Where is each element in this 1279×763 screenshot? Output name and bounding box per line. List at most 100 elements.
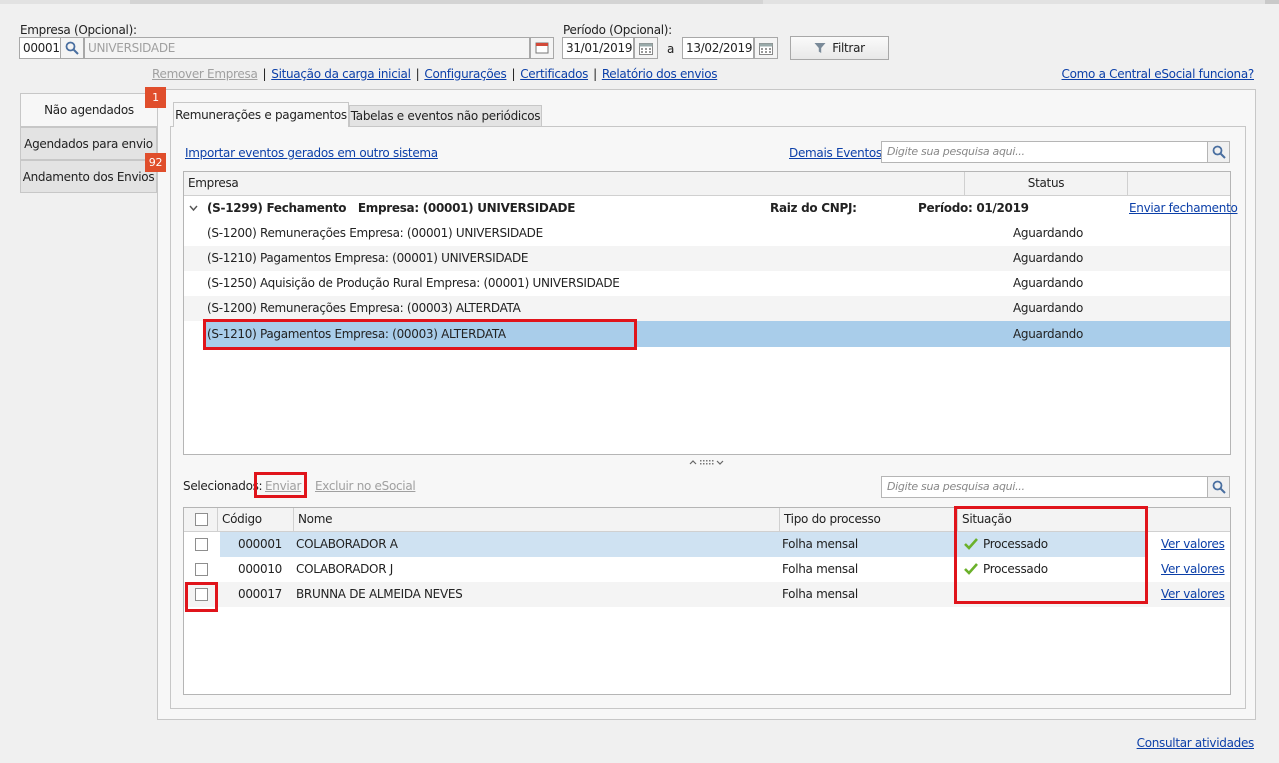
periodo-to-calendar-button[interactable]	[754, 37, 778, 59]
side-tab-andamento[interactable]: Andamento dos Envios	[20, 160, 157, 193]
configuracoes-link[interactable]: Configurações	[424, 67, 506, 81]
chevron-down-icon[interactable]	[189, 196, 198, 221]
employees-grid-header: Código Nome Tipo do processo Situação	[184, 508, 1230, 532]
event-row-selected[interactable]: (S-1210) Pagamentos Empresa: (00003) ALT…	[204, 321, 1230, 347]
select-all-checkbox[interactable]	[195, 513, 208, 526]
column-empresa[interactable]: Empresa	[184, 172, 965, 195]
search-icon	[65, 41, 79, 55]
employee-nome: COLABORADOR J	[296, 562, 393, 576]
event-row[interactable]: (S-1200) Remunerações Empresa: (00001) U…	[184, 221, 1230, 246]
group-row-fechamento[interactable]: (S-1299) Fechamento Empresa: (00001) UNI…	[184, 196, 1238, 221]
filtrar-label: Filtrar	[832, 41, 865, 55]
employee-codigo: 000017	[238, 587, 283, 601]
employee-row[interactable]: 000017 BRUNNA DE ALMEIDA NEVES Folha men…	[184, 582, 1230, 607]
event-status: Aguardando	[1013, 301, 1084, 315]
search-icon	[1212, 145, 1226, 159]
side-tab-nao-agendados[interactable]: Não agendados	[20, 93, 157, 127]
actions-links-bar: Remover Empresa | Situação da carga inic…	[152, 67, 718, 81]
event-status: Aguardando	[1013, 327, 1084, 341]
side-tab-label: Agendados para envio	[24, 136, 153, 151]
empresa-clear-button[interactable]	[530, 37, 554, 59]
periodo-from-input[interactable]: 31/01/2019	[562, 37, 634, 59]
como-funciona-link[interactable]: Como a Central eSocial funciona?	[1062, 67, 1255, 81]
column-status[interactable]: Status	[965, 172, 1128, 195]
employee-nome: BRUNNA DE ALMEIDA NEVES	[296, 587, 463, 601]
tab-label: Tabelas e eventos não periódicos	[350, 109, 541, 123]
links-separator: |	[593, 67, 597, 81]
event-row[interactable]: (S-1210) Pagamentos Empresa: (00001) UNI…	[184, 246, 1230, 271]
events-grid-header: Empresa Status	[184, 172, 1230, 196]
relatorio-envios-link[interactable]: Relatório dos envios	[602, 67, 718, 81]
ver-valores-link[interactable]: Ver valores	[1161, 532, 1225, 557]
row-checkbox[interactable]	[195, 588, 208, 601]
links-separator: |	[262, 67, 267, 81]
filtrar-button[interactable]: Filtrar	[790, 36, 889, 60]
employee-row[interactable]: 000001 COLABORADOR A Folha mensal Proces…	[184, 532, 1230, 557]
andamento-count-badge: 92	[145, 153, 166, 172]
tab-tabelas[interactable]: Tabelas e eventos não periódicos	[349, 105, 542, 127]
ver-valores-link[interactable]: Ver valores	[1161, 582, 1225, 607]
tab-remuneracoes[interactable]: Remunerações e pagamentos	[173, 102, 349, 127]
excluir-esocial-link[interactable]: Excluir no eSocial	[315, 479, 416, 493]
selecionados-label: Selecionados:	[183, 479, 263, 493]
column-nome[interactable]: Nome	[294, 508, 780, 531]
demais-eventos-link[interactable]: Demais Eventos	[789, 146, 882, 160]
periodo-label: Período (Opcional):	[563, 23, 672, 37]
filter-icon	[814, 43, 826, 53]
row-checkbox[interactable]	[195, 538, 208, 551]
empresa-search-button[interactable]	[60, 37, 84, 59]
consultar-atividades-link[interactable]: Consultar atividades	[1137, 736, 1255, 750]
event-status: Aguardando	[1013, 251, 1084, 265]
calendar-icon	[759, 42, 773, 55]
side-tab-label: Andamento dos Envios	[22, 169, 155, 184]
employee-situacao: Processado	[983, 562, 1048, 576]
ver-valores-link[interactable]: Ver valores	[1161, 557, 1225, 582]
splitter-grip-icon	[689, 460, 724, 465]
search-icon	[1212, 480, 1226, 494]
event-desc: (S-1210) Pagamentos Empresa: (00001) UNI…	[207, 251, 529, 265]
column-tipo[interactable]: Tipo do processo	[780, 508, 958, 531]
check-icon	[963, 532, 979, 557]
empresa-label: Empresa (Opcional):	[20, 23, 137, 37]
events-search-button[interactable]	[1207, 142, 1229, 162]
employee-row[interactable]: 000010 COLABORADOR J Folha mensal Proces…	[184, 557, 1230, 582]
events-search-placeholder: Digite sua pesquisa aqui...	[887, 145, 1025, 158]
selected-search[interactable]: Digite sua pesquisa aqui...	[881, 476, 1230, 498]
side-tab-agendados[interactable]: Agendados para envio	[20, 127, 157, 160]
employee-tipo: Folha mensal	[782, 587, 858, 601]
selected-search-placeholder: Digite sua pesquisa aqui...	[887, 480, 1025, 493]
employee-codigo: 000010	[238, 562, 283, 576]
employees-grid: Código Nome Tipo do processo Situação 00…	[183, 507, 1231, 695]
tab-label: Remunerações e pagamentos	[175, 108, 347, 122]
event-row[interactable]: (S-1200) Remunerações Empresa: (00003) A…	[184, 296, 1230, 321]
periodo-from-calendar-button[interactable]	[634, 37, 658, 59]
enviar-link[interactable]: Enviar	[265, 479, 301, 493]
row-checkbox[interactable]	[195, 563, 208, 576]
remover-empresa-link[interactable]: Remover Empresa	[152, 67, 258, 81]
links-separator: |	[415, 67, 420, 81]
select-all-cell[interactable]	[184, 508, 218, 531]
event-row[interactable]: (S-1250) Aquisição de Produção Rural Emp…	[184, 271, 1230, 296]
links-separator: |	[511, 67, 516, 81]
employee-codigo: 000001	[238, 537, 283, 551]
event-status: Aguardando	[1013, 226, 1084, 240]
check-icon	[963, 557, 979, 582]
enviar-fechamento-link[interactable]: Enviar fechamento	[1129, 196, 1238, 221]
column-situacao[interactable]: Situação	[958, 508, 1148, 531]
importar-eventos-link[interactable]: Importar eventos gerados em outro sistem…	[185, 146, 438, 160]
group-raiz-cnpj: Raiz do CNPJ:	[770, 201, 857, 215]
events-search[interactable]: Digite sua pesquisa aqui...	[881, 141, 1230, 163]
employee-situacao: Processado	[983, 537, 1048, 551]
group-title: (S-1299) Fechamento Empresa: (00001) UNI…	[207, 201, 576, 215]
situacao-carga-link[interactable]: Situação da carga inicial	[271, 67, 411, 81]
employee-tipo: Folha mensal	[782, 537, 858, 551]
column-codigo[interactable]: Código	[218, 508, 294, 531]
splitter-handle[interactable]	[689, 456, 725, 466]
periodo-to-input[interactable]: 13/02/2019	[682, 37, 754, 59]
event-status: Aguardando	[1013, 276, 1084, 290]
selected-search-button[interactable]	[1207, 477, 1229, 497]
nao-agendados-count-badge: 1	[145, 87, 166, 108]
empresa-code-input[interactable]: 00001	[19, 37, 61, 59]
employee-tipo: Folha mensal	[782, 562, 858, 576]
certificados-link[interactable]: Certificados	[520, 67, 588, 81]
